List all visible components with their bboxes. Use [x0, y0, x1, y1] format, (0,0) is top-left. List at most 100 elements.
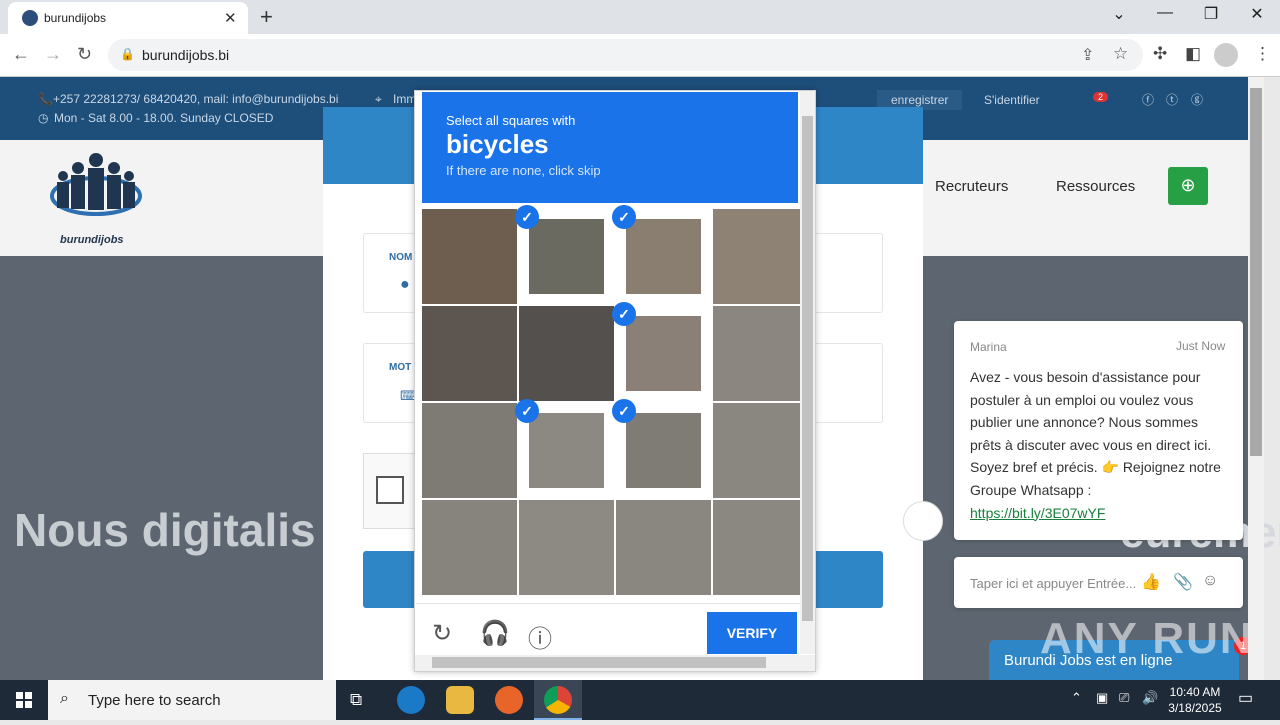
captcha-vertical-scroll-thumb[interactable] [802, 116, 813, 621]
emoji-icon[interactable]: ☺ [1202, 572, 1218, 590]
captcha-grid: ✓ ✓ ✓ ✓ ✓ [422, 205, 808, 595]
logo-text: burundijobs [60, 234, 124, 246]
captcha-tile[interactable]: ✓ [612, 205, 711, 304]
chat-input-placeholder: Taper ici et appuyer Entrée... [970, 576, 1137, 591]
close-tab-icon[interactable]: ✕ [224, 9, 237, 27]
captcha-tile[interactable] [422, 500, 517, 595]
captcha-tile-image [422, 306, 517, 401]
search-icon: ⌕ [60, 690, 69, 707]
captcha-tile[interactable] [713, 209, 808, 304]
captcha-tile-image [519, 500, 614, 595]
tile-checkmark-icon: ✓ [515, 399, 539, 423]
side-panel-icon[interactable]: ◧ [1185, 44, 1201, 64]
chrome-taskbar-item[interactable] [534, 680, 582, 720]
contact-text: +257 22281273/ 68420420, mail: info@buru… [53, 92, 339, 106]
tile-checkmark-icon: ✓ [612, 399, 636, 423]
captcha-tile-image [616, 500, 711, 595]
captcha-tile[interactable] [422, 306, 517, 401]
captcha-tile[interactable]: ✓ [612, 302, 711, 401]
hero-heading: Nous digitalis [14, 504, 316, 556]
search-placeholder: Type here to search [88, 692, 221, 709]
file-explorer-icon[interactable] [446, 686, 474, 714]
notifications-icon[interactable]: ▭ [1238, 688, 1253, 708]
chat-input[interactable]: Taper ici et appuyer Entrée... 👍 📎 ☺ [954, 557, 1243, 608]
captcha-tile[interactable] [519, 500, 614, 595]
reload-icon[interactable]: ↻ [77, 44, 92, 65]
audio-headphones-icon[interactable]: 🎧 [480, 619, 510, 648]
network-icon[interactable]: ⎚ [1119, 690, 1129, 706]
whatsapp-link[interactable]: https://bit.ly/3E07wYF [970, 505, 1105, 521]
restore-button[interactable]: ❐ [1191, 4, 1231, 24]
close-window-button[interactable]: ✕ [1237, 4, 1277, 24]
password-label: MOT [389, 362, 412, 373]
site-logo[interactable]: burundijobs [48, 146, 144, 246]
profile-avatar[interactable] [1214, 43, 1238, 67]
google-icon[interactable]: ⓖ [1191, 91, 1203, 108]
extensions-icon[interactable]: ✣ [1153, 44, 1167, 64]
reload-icon[interactable]: ↻ [432, 619, 452, 648]
edge-icon[interactable] [397, 686, 425, 714]
chat-agent-name: Marina [970, 340, 1007, 354]
captcha-horizontal-scroll-thumb[interactable] [432, 657, 766, 668]
minimize-button[interactable]: — [1145, 4, 1185, 22]
tile-checkmark-icon: ✓ [612, 302, 636, 326]
chat-timestamp: Just Now [1176, 339, 1226, 353]
captcha-tile[interactable] [713, 403, 808, 498]
facebook-icon[interactable]: ⓕ [1142, 91, 1154, 108]
add-button[interactable]: ⊕ [1168, 167, 1208, 205]
captcha-tile-image [626, 413, 701, 488]
nav-recruteurs[interactable]: Recruteurs [935, 178, 1008, 195]
tile-checkmark-icon: ✓ [612, 205, 636, 229]
firefox-icon[interactable] [495, 686, 523, 714]
task-view-icon[interactable]: ⧉ [350, 690, 362, 710]
hours-text: Mon - Sat 8.00 - 18.00. Sunday CLOSED [54, 111, 274, 125]
show-hidden-icons[interactable]: ⌃ [1071, 690, 1082, 706]
page-scroll-thumb[interactable] [1250, 88, 1262, 456]
captcha-tile[interactable]: ✓ [515, 205, 614, 304]
watermark: ANY RUN [1040, 614, 1254, 663]
taskbar-search[interactable]: ⌕ Type here to search [48, 680, 336, 720]
twitter-icon[interactable]: ⓣ [1166, 91, 1178, 108]
phone-icon: 📞 [38, 92, 53, 106]
url-text[interactable]: burundijobs.bi [142, 47, 229, 63]
captcha-tile-image [626, 316, 701, 391]
captcha-tile[interactable] [519, 306, 614, 401]
verify-button[interactable]: VERIFY [707, 612, 797, 654]
captcha-tile[interactable] [422, 209, 517, 304]
system-clock[interactable]: 10:40 AM 3/18/2025 [1160, 684, 1230, 716]
forward-icon[interactable]: → [44, 44, 62, 65]
device-icon[interactable]: ▣ [1096, 690, 1108, 706]
browser-tab[interactable]: burundijobs ✕ [8, 2, 248, 34]
captcha-tile[interactable]: ✓ [515, 399, 614, 498]
tile-checkmark-icon: ✓ [515, 205, 539, 229]
bookmark-star-icon[interactable]: ☆ [1113, 44, 1128, 64]
attachment-icon[interactable]: 📎 [1173, 572, 1193, 592]
back-icon[interactable]: ← [12, 44, 30, 65]
start-button[interactable] [0, 680, 48, 720]
captcha-tile[interactable] [422, 403, 517, 498]
share-icon[interactable]: ⇪ [1081, 45, 1094, 65]
info-icon[interactable]: ⓘ [528, 619, 552, 654]
captcha-tile-image [626, 219, 701, 294]
login-link[interactable]: S'identifier [984, 93, 1040, 107]
captcha-tile-image [713, 500, 808, 595]
volume-icon[interactable]: 🔊 [1142, 690, 1158, 706]
clock-date: 3/18/2025 [1168, 701, 1222, 715]
captcha-tile[interactable] [616, 500, 711, 595]
thumbs-up-icon[interactable]: 👍 [1141, 572, 1161, 592]
captcha-tile[interactable] [713, 500, 808, 595]
location-icon: ⌖ [375, 92, 382, 106]
notification-badge[interactable]: 2 [1093, 92, 1109, 102]
lock-icon[interactable]: 🔒 [120, 47, 135, 61]
menu-icon[interactable]: ⋮ [1254, 44, 1271, 64]
captcha-tile[interactable] [713, 306, 808, 401]
tab-search-icon[interactable]: ⌄ [1099, 4, 1139, 24]
captcha-hint: If there are none, click skip [446, 163, 601, 178]
captcha-tile[interactable]: ✓ [612, 399, 711, 498]
address-bar[interactable]: 🔒 burundijobs.bi ⇪ ☆ [108, 39, 1143, 71]
captcha-tile-image [422, 403, 517, 498]
nav-ressources[interactable]: Ressources [1056, 178, 1135, 195]
chat-message-text: Avez - vous besoin d'assistance pour pos… [970, 369, 1221, 498]
new-tab-button[interactable]: + [260, 4, 273, 30]
captcha-checkbox[interactable] [376, 476, 404, 504]
